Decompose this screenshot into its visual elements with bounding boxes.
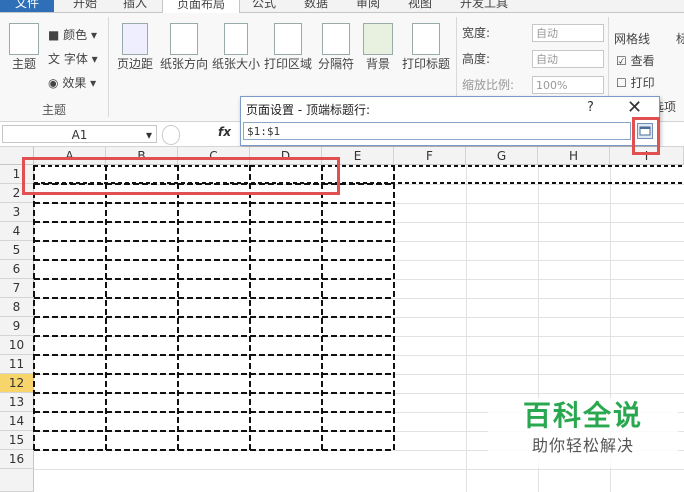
- size-label: 纸张大小: [211, 57, 260, 71]
- breaks-icon: [322, 23, 350, 55]
- themes-label: 主题: [11, 57, 36, 71]
- effects-label: 效果: [62, 76, 87, 90]
- breaks-label: 分隔符: [317, 57, 354, 71]
- tab-formulas[interactable]: 公式: [240, 0, 288, 12]
- row-header-7[interactable]: 7: [0, 279, 34, 298]
- margins-icon: [122, 23, 148, 55]
- orientation-button[interactable]: 纸张方向: [158, 23, 210, 72]
- width-select[interactable]: 自动: [532, 24, 604, 42]
- row-header-9[interactable]: 9: [0, 317, 34, 336]
- tab-data[interactable]: 数据: [292, 0, 340, 12]
- row-header-10[interactable]: 10: [0, 336, 34, 355]
- name-box-value: A1: [71, 128, 88, 142]
- ribbon-separator: [108, 17, 109, 117]
- tab-page-layout[interactable]: 页面布局: [162, 0, 240, 13]
- page-size-icon: [224, 23, 248, 55]
- fonts-button[interactable]: 文 字体 ▾: [48, 49, 98, 69]
- fonts-icon: 文: [48, 52, 61, 66]
- orientation-label: 纸张方向: [159, 57, 208, 71]
- row-header-15[interactable]: 15: [0, 431, 34, 450]
- row-header-6[interactable]: 6: [0, 260, 34, 279]
- print-title-rows-input[interactable]: $1:$1: [243, 122, 631, 140]
- effects-icon: ◉: [48, 76, 59, 90]
- row-header-3[interactable]: 3: [0, 203, 34, 222]
- print-area-button[interactable]: 打印区域: [262, 23, 314, 72]
- background-label: 背景: [365, 57, 390, 71]
- print-titles-label: 打印标题: [401, 57, 450, 71]
- colors-label: 颜色: [63, 28, 88, 42]
- checkbox-checked-icon: ☑: [616, 54, 627, 68]
- gridlines-label: 网格线: [614, 32, 651, 46]
- effects-button[interactable]: ◉ 效果 ▾: [48, 73, 96, 93]
- gridlines-print-label: 打印: [630, 76, 655, 90]
- row-header-16[interactable]: 16: [0, 450, 34, 469]
- background-button[interactable]: 背景: [360, 23, 396, 72]
- row-header-8[interactable]: 8: [0, 298, 34, 317]
- highlight-row1-box: [22, 157, 340, 195]
- height-select[interactable]: 自动: [532, 50, 604, 68]
- help-icon[interactable]: ?: [587, 100, 594, 115]
- highlight-expand-button-box: [632, 117, 660, 155]
- dialog-title: 页面设置 - 顶端标题行:: [246, 103, 371, 117]
- orientation-icon: [170, 23, 198, 55]
- row-header-14[interactable]: 14: [0, 412, 34, 431]
- column-header-f[interactable]: F: [394, 147, 466, 165]
- scale-input[interactable]: 100%: [532, 76, 604, 94]
- row-header-5[interactable]: 5: [0, 241, 34, 260]
- themes-button[interactable]: 主题: [6, 23, 42, 72]
- tab-review[interactable]: 审阅: [344, 0, 392, 12]
- row-header-17[interactable]: [0, 469, 34, 492]
- gridlines-view-label: 查看: [630, 54, 655, 68]
- column-header-g[interactable]: G: [466, 147, 538, 165]
- width-label: 宽度:: [462, 26, 491, 40]
- print-titles-icon: [412, 23, 440, 55]
- height-label: 高度:: [462, 52, 491, 66]
- headings-label: 标: [676, 32, 684, 46]
- print-titles-button[interactable]: 打印标题: [400, 23, 452, 72]
- insert-function-icon[interactable]: fx: [218, 125, 231, 139]
- margins-button[interactable]: 页边距: [114, 23, 156, 72]
- chevron-down-icon[interactable]: ▾: [146, 126, 152, 144]
- row-header-11[interactable]: 11: [0, 355, 34, 374]
- row-header-13[interactable]: 13: [0, 393, 34, 412]
- size-button[interactable]: 纸张大小: [210, 23, 262, 72]
- row-header-12[interactable]: 12: [0, 374, 34, 393]
- watermark-title: 百科全说: [522, 399, 643, 432]
- themes-icon: [9, 23, 39, 55]
- fonts-label: 字体: [63, 52, 88, 66]
- breaks-button[interactable]: 分隔符: [316, 23, 356, 72]
- colors-button[interactable]: ■ 颜色 ▾: [48, 25, 97, 45]
- tab-insert[interactable]: 插入: [112, 0, 158, 12]
- margins-label: 页边距: [116, 57, 153, 71]
- watermark-subtitle: 助你轻松解决: [531, 436, 634, 455]
- print-area-label: 打印区域: [263, 57, 312, 71]
- tab-home[interactable]: 开始: [62, 0, 108, 12]
- tab-developer[interactable]: 开发工具: [448, 0, 520, 12]
- scale-label: 缩放比例:: [462, 78, 515, 92]
- table-dashed-borders: [33, 165, 395, 451]
- name-box[interactable]: A1 ▾: [2, 125, 157, 143]
- row-header-4[interactable]: 4: [0, 222, 34, 241]
- group-label-theme: 主题: [42, 103, 67, 117]
- tab-view[interactable]: 视图: [396, 0, 444, 12]
- checkbox-unchecked-icon: ☐: [616, 76, 627, 90]
- gridlines-view-checkbox[interactable]: ☑ 查看: [616, 51, 655, 71]
- page-setup-dialog: 页面设置 - 顶端标题行: ? ✕ $1:$1: [240, 96, 660, 146]
- column-header-h[interactable]: H: [538, 147, 610, 165]
- print-area-icon: [274, 23, 302, 55]
- watermark: 百科全说 助你轻松解决: [488, 398, 678, 468]
- tab-file[interactable]: 文件: [0, 0, 54, 12]
- colors-icon: ■: [48, 28, 60, 42]
- close-icon[interactable]: ✕: [627, 97, 642, 118]
- gridlines-print-checkbox[interactable]: ☐ 打印: [616, 73, 655, 93]
- background-image-icon: [363, 23, 393, 55]
- ribbon-tab-bar: 文件 开始 插入 页面布局 公式 数据 审阅 视图 开发工具: [0, 0, 684, 13]
- formula-bar-resize-handle[interactable]: [162, 125, 180, 145]
